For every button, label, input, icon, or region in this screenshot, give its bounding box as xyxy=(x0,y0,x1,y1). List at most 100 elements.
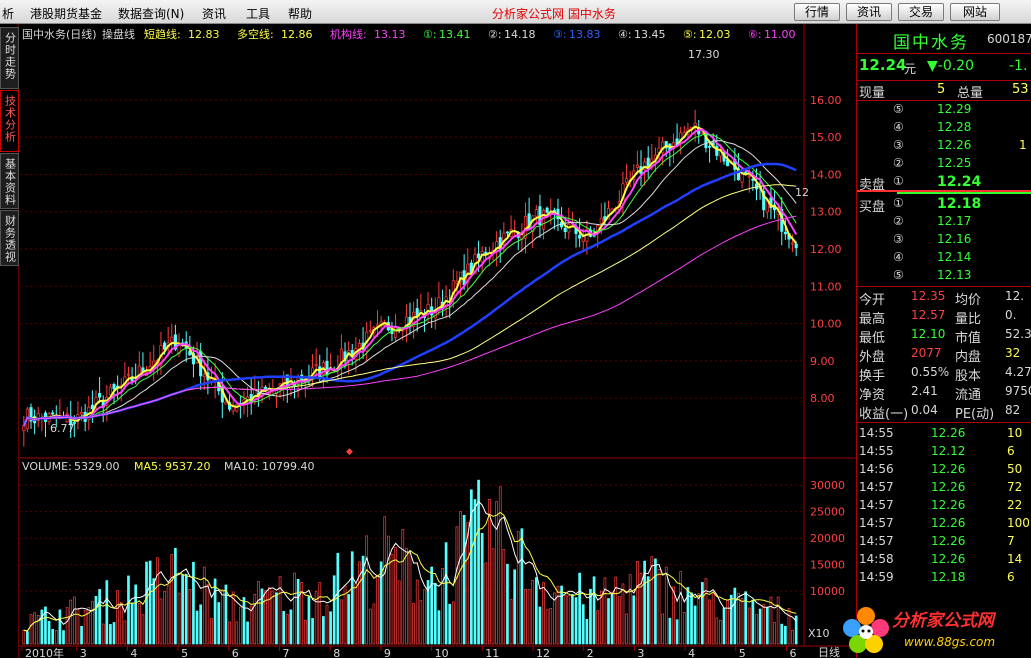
indicator-label: ①: xyxy=(423,28,437,41)
volume-bar xyxy=(498,486,502,645)
volume-bar xyxy=(228,621,231,645)
volume-bar xyxy=(581,604,585,645)
date-tick-label: 5 xyxy=(181,647,188,658)
volume-bar xyxy=(257,581,260,645)
quote-button[interactable]: 行情 xyxy=(794,3,840,21)
bid-price: 12.16 xyxy=(937,232,972,246)
date-tick-label: 6 xyxy=(789,647,796,658)
volume-bar xyxy=(174,547,177,645)
volume-bar xyxy=(231,591,235,645)
tick-price: 12.26 xyxy=(931,462,966,476)
news-button[interactable]: 资讯 xyxy=(846,3,892,21)
volume-bar xyxy=(711,593,715,645)
tab-technical-analysis[interactable]: 技术分析 xyxy=(0,90,19,152)
candle-body xyxy=(578,234,582,239)
volume-bar xyxy=(585,619,589,645)
stat-value: 4.27 xyxy=(1005,365,1031,379)
volume-bar xyxy=(628,574,632,645)
volume-bar xyxy=(693,605,697,645)
candle-body xyxy=(108,386,112,396)
volume-bar xyxy=(412,603,415,645)
menu-item-news[interactable]: 资讯 xyxy=(202,5,226,22)
bid-level-index: ⑤ xyxy=(893,268,904,282)
tab-intraday[interactable]: 分时走势 xyxy=(0,27,19,89)
volume-bar xyxy=(571,594,574,645)
volume-bar xyxy=(119,602,123,645)
volume-bar xyxy=(217,602,221,645)
indicator-label: ⑤: xyxy=(683,28,697,41)
menu-item-hk-futures[interactable]: 港股期货基金 xyxy=(30,5,102,22)
date-tick-label: 10 xyxy=(435,647,449,658)
tick-volume: 22 xyxy=(1007,498,1023,512)
candle-body xyxy=(625,178,629,183)
volume-label: VOLUME: xyxy=(22,460,72,473)
volume-bar xyxy=(159,598,163,645)
candle-body xyxy=(477,253,481,259)
bid-price: 12.17 xyxy=(937,214,972,228)
volume-bar xyxy=(264,590,267,645)
candle-body xyxy=(170,336,174,343)
volume-bar xyxy=(455,526,459,645)
volume-bar xyxy=(563,594,567,645)
tick-volume: 6 xyxy=(1007,444,1015,458)
volume-bar xyxy=(148,560,152,645)
menu-item-help[interactable]: 帮助 xyxy=(288,5,312,22)
menu-item-data-query[interactable]: 数据查询(N) xyxy=(118,5,184,22)
volume-bar xyxy=(632,595,636,645)
volume-bar xyxy=(293,572,296,645)
volume-bar xyxy=(722,607,726,645)
volume-bar xyxy=(451,601,455,645)
tab-financials[interactable]: 财务透视 xyxy=(0,210,19,266)
volume-bar xyxy=(112,622,116,645)
menu-item-tools[interactable]: 工具 xyxy=(246,5,270,22)
volume-bar xyxy=(336,552,340,645)
volume-bar xyxy=(80,625,83,645)
ask-price: 12.29 xyxy=(937,102,972,116)
volume-bar xyxy=(408,553,412,645)
volume-bar xyxy=(307,596,311,645)
volume-bar xyxy=(253,593,257,645)
kline-chart[interactable]: 16.00 15.00 14.00 13.00 12.00 11.00 10.00 9.00 8… xyxy=(20,24,856,658)
logo-url: www.88gs.com xyxy=(904,635,995,649)
volume-bar xyxy=(322,616,325,645)
volume-bar xyxy=(137,602,141,645)
volume-bar xyxy=(47,620,51,645)
volume-bar xyxy=(246,621,249,645)
site-logo: 分析家公式网 www.88gs.com xyxy=(843,607,997,653)
volume-bar xyxy=(127,575,130,645)
tick-price: 12.18 xyxy=(931,570,966,584)
bid-price: 12.13 xyxy=(937,268,972,282)
indicator-label: 机构线: xyxy=(330,27,367,41)
volume-tick-label: 25000 xyxy=(810,506,845,519)
low-price-label: 6.77 xyxy=(50,422,75,435)
volume-bar xyxy=(488,498,491,645)
volume-bar xyxy=(762,604,766,645)
volume-bar xyxy=(567,595,571,645)
current-volume: 5 xyxy=(937,82,946,97)
tab-fundamentals[interactable]: 基本资料 xyxy=(0,153,19,209)
volume-bar xyxy=(199,604,203,645)
volume-bar xyxy=(109,624,112,645)
current-volume-label: 现量 xyxy=(859,86,886,101)
volume-bar xyxy=(592,576,596,645)
tick-price: 12.26 xyxy=(931,426,966,440)
candle-body xyxy=(278,383,282,386)
website-button[interactable]: 网站 xyxy=(950,3,1000,21)
tick-price: 12.26 xyxy=(931,480,966,494)
volume-bar xyxy=(430,566,434,645)
volume-bar xyxy=(690,592,693,645)
candle-body xyxy=(318,366,322,378)
volume-bar xyxy=(329,611,332,645)
volume-bar xyxy=(784,625,787,645)
volume-bar xyxy=(459,511,462,645)
volume-bar xyxy=(477,479,480,645)
candle-body xyxy=(563,227,567,232)
divider xyxy=(857,53,1031,54)
trade-button[interactable]: 交易 xyxy=(898,3,944,21)
volume-bar xyxy=(491,548,495,645)
volume-bar xyxy=(444,542,448,645)
menu-item-analysis[interactable]: 析 xyxy=(2,5,14,22)
ma10-label: MA10: xyxy=(224,460,259,473)
volume-bar xyxy=(776,596,780,645)
volume-bar xyxy=(394,547,397,645)
